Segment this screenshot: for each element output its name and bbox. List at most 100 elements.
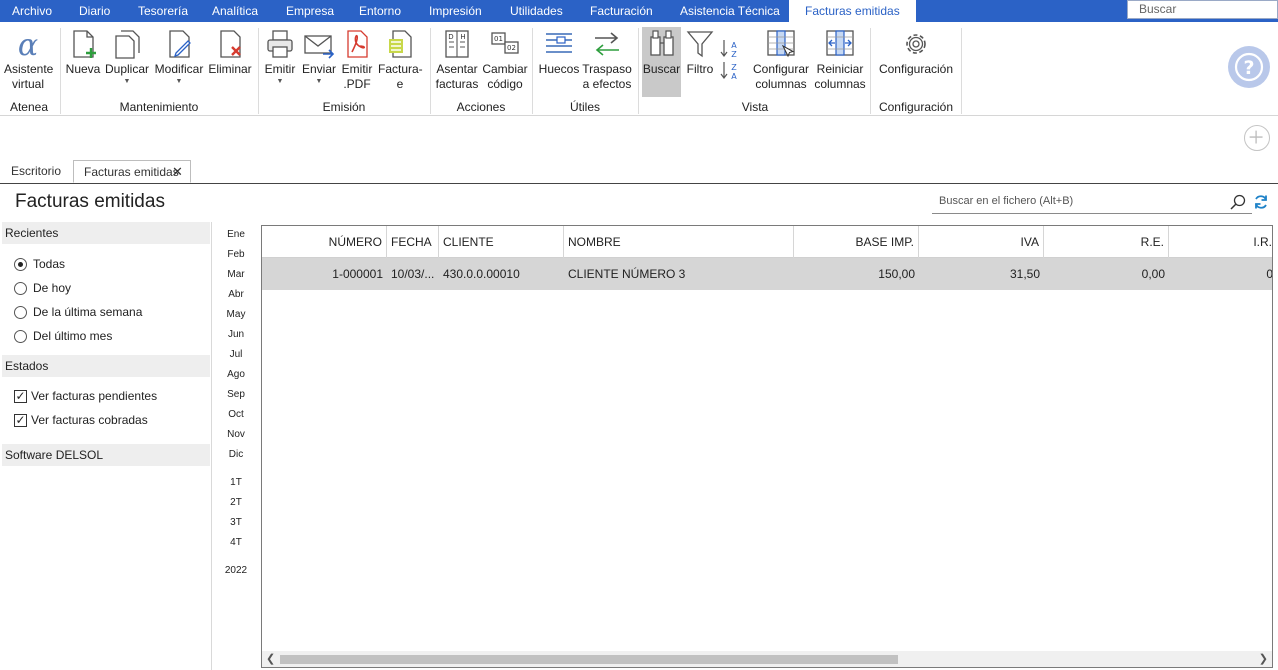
huecos-button[interactable]: Huecos [538, 28, 580, 77]
column-header-base-imp[interactable]: BASE IMP. [794, 226, 919, 258]
ribbon-separator [961, 28, 962, 114]
configure-columns-icon [767, 30, 795, 58]
scroll-right-icon[interactable]: ❯ [1259, 651, 1268, 667]
quarter-3t[interactable]: 3T [224, 517, 248, 528]
menu-empresa[interactable]: Empresa [286, 0, 334, 22]
configuracion-button[interactable]: Configuración [876, 28, 956, 77]
section-software-delsol[interactable]: Software DELSOL [2, 444, 210, 466]
radio-circle [14, 282, 27, 295]
cell-cliente: 430.0.0.00010 [443, 267, 520, 281]
new-document-icon [73, 30, 96, 58]
menu-tesoreria[interactable]: Tesorería [138, 0, 188, 22]
filtro-button[interactable]: Filtro [684, 28, 716, 77]
traspaso-efectos-button[interactable]: Traspaso a efectos [582, 28, 632, 92]
month-jun[interactable]: Jun [224, 329, 248, 340]
quarter-4t[interactable]: 4T [224, 537, 248, 548]
column-header-iva[interactable]: IVA [919, 226, 1044, 258]
menu-asistencia-tecnica[interactable]: Asistencia Técnica [680, 0, 780, 22]
group-atenea: Atenea [9, 100, 49, 114]
table-row[interactable]: 1-000001 10/03/... 430.0.0.00010 CLIENTE… [262, 258, 1272, 290]
reiniciar-columnas-button[interactable]: Reiniciar columnas [814, 28, 866, 92]
tab-divider [0, 183, 1278, 184]
month-dic[interactable]: Dic [224, 449, 248, 460]
emitir-dropdown-icon[interactable]: ▼ [262, 77, 298, 86]
radio-label: Todas [33, 257, 66, 271]
month-mar[interactable]: Mar [224, 269, 248, 280]
tab-escritorio[interactable]: Escritorio [1, 160, 71, 183]
horizontal-scrollbar[interactable]: ❮ ❯ [262, 651, 1272, 667]
svg-text:D: D [448, 33, 453, 41]
month-ene[interactable]: Ene [224, 229, 248, 240]
menu-impresion[interactable]: Impresión [429, 0, 482, 22]
facturae-button[interactable]: Factura-e [377, 28, 423, 92]
modificar-button[interactable]: Modificar ▼ [153, 28, 205, 86]
duplicar-button[interactable]: Duplicar ▼ [104, 28, 150, 86]
configurar-columnas-button[interactable]: Configurar columnas [752, 28, 810, 92]
month-jul[interactable]: Jul [224, 349, 248, 360]
column-header-fecha[interactable]: FECHA [387, 226, 439, 258]
enviar-label: Enviar [301, 62, 336, 76]
asistente-virtual-button[interactable]: α Asistente virtual [4, 28, 54, 92]
section-estados[interactable]: Estados [2, 355, 210, 377]
asistente-label: Asistente virtual [4, 62, 54, 91]
buscar-button[interactable]: Buscar [642, 27, 681, 97]
month-oct[interactable]: Oct [224, 409, 248, 420]
quarter-1t[interactable]: 1T [224, 477, 248, 488]
radio-circle [14, 330, 27, 343]
group-acciones: Acciones [456, 100, 506, 114]
month-feb[interactable]: Feb [224, 249, 248, 260]
checkbox-label: Ver facturas cobradas [31, 413, 148, 427]
global-search-input[interactable]: Buscar [1127, 0, 1278, 19]
emitir-label: Emitir [264, 62, 296, 76]
asentar-facturas-button[interactable]: D H Asentar facturas [434, 28, 480, 92]
eliminar-button[interactable]: Eliminar [208, 28, 252, 77]
close-icon[interactable]: ✕ [172, 161, 183, 183]
nueva-button[interactable]: Nueva [65, 28, 101, 77]
facturae-label: Factura-e [378, 62, 423, 91]
menu-facturas-emitidas[interactable]: Facturas emitidas [789, 0, 916, 22]
column-header-re[interactable]: R.E. [1044, 226, 1169, 258]
enviar-button[interactable]: Enviar ▼ [301, 28, 337, 86]
pdf-icon [347, 30, 368, 58]
month-nov[interactable]: Nov [224, 429, 248, 440]
search-icon[interactable] [1230, 194, 1246, 210]
year-2022[interactable]: 2022 [224, 565, 248, 576]
quarter-2t[interactable]: 2T [224, 497, 248, 508]
add-tab-button[interactable] [1244, 125, 1270, 151]
section-recientes[interactable]: Recientes [2, 222, 210, 244]
delete-document-icon [220, 30, 241, 58]
emitir-button[interactable]: Emitir ▼ [262, 28, 298, 86]
column-header-ir[interactable]: I.R. [1169, 226, 1272, 258]
month-sep[interactable]: Sep [224, 389, 248, 400]
duplicar-dropdown-icon[interactable]: ▼ [104, 77, 150, 86]
tab-facturas-emitidas[interactable]: Facturas emitidas ✕ [73, 160, 191, 183]
sort-button[interactable]: A Z Z A [718, 38, 742, 86]
svg-text:Z: Z [731, 50, 737, 59]
menu-entorno[interactable]: Entorno [359, 0, 401, 22]
month-may[interactable]: May [224, 309, 248, 320]
month-ago[interactable]: Ago [224, 369, 248, 380]
help-button[interactable]: ? [1228, 46, 1270, 88]
enviar-dropdown-icon[interactable]: ▼ [301, 77, 337, 86]
reiniciar-columnas-label: Reiniciar columnas [814, 62, 866, 91]
menu-utilidades[interactable]: Utilidades [510, 0, 563, 22]
emitir-pdf-button[interactable]: Emitir .PDF [340, 28, 374, 92]
cambiar-codigo-button[interactable]: 01 02 Cambiar código [482, 28, 528, 92]
menu-analitica[interactable]: Analítica [212, 0, 258, 22]
column-header-numero[interactable]: NÚMERO [262, 226, 387, 258]
menu-facturacion[interactable]: Facturación [590, 0, 653, 22]
sidebar-splitter[interactable] [211, 222, 212, 670]
month-abr[interactable]: Abr [224, 289, 248, 300]
file-search-input[interactable]: Buscar en el fichero (Alt+B) [932, 190, 1252, 214]
modificar-dropdown-icon[interactable]: ▼ [153, 77, 205, 86]
scrollbar-thumb[interactable] [280, 655, 898, 664]
column-header-cliente[interactable]: CLIENTE [439, 226, 564, 258]
group-vista: Vista [741, 100, 769, 114]
configuracion-label: Configuración [878, 62, 954, 76]
sort-icon: A Z Z A [720, 40, 737, 81]
scroll-left-icon[interactable]: ❮ [266, 651, 275, 667]
column-header-nombre[interactable]: NOMBRE [564, 226, 794, 258]
menu-archivo[interactable]: Archivo [12, 0, 52, 22]
refresh-icon[interactable] [1253, 194, 1269, 210]
menu-diario[interactable]: Diario [79, 0, 110, 22]
